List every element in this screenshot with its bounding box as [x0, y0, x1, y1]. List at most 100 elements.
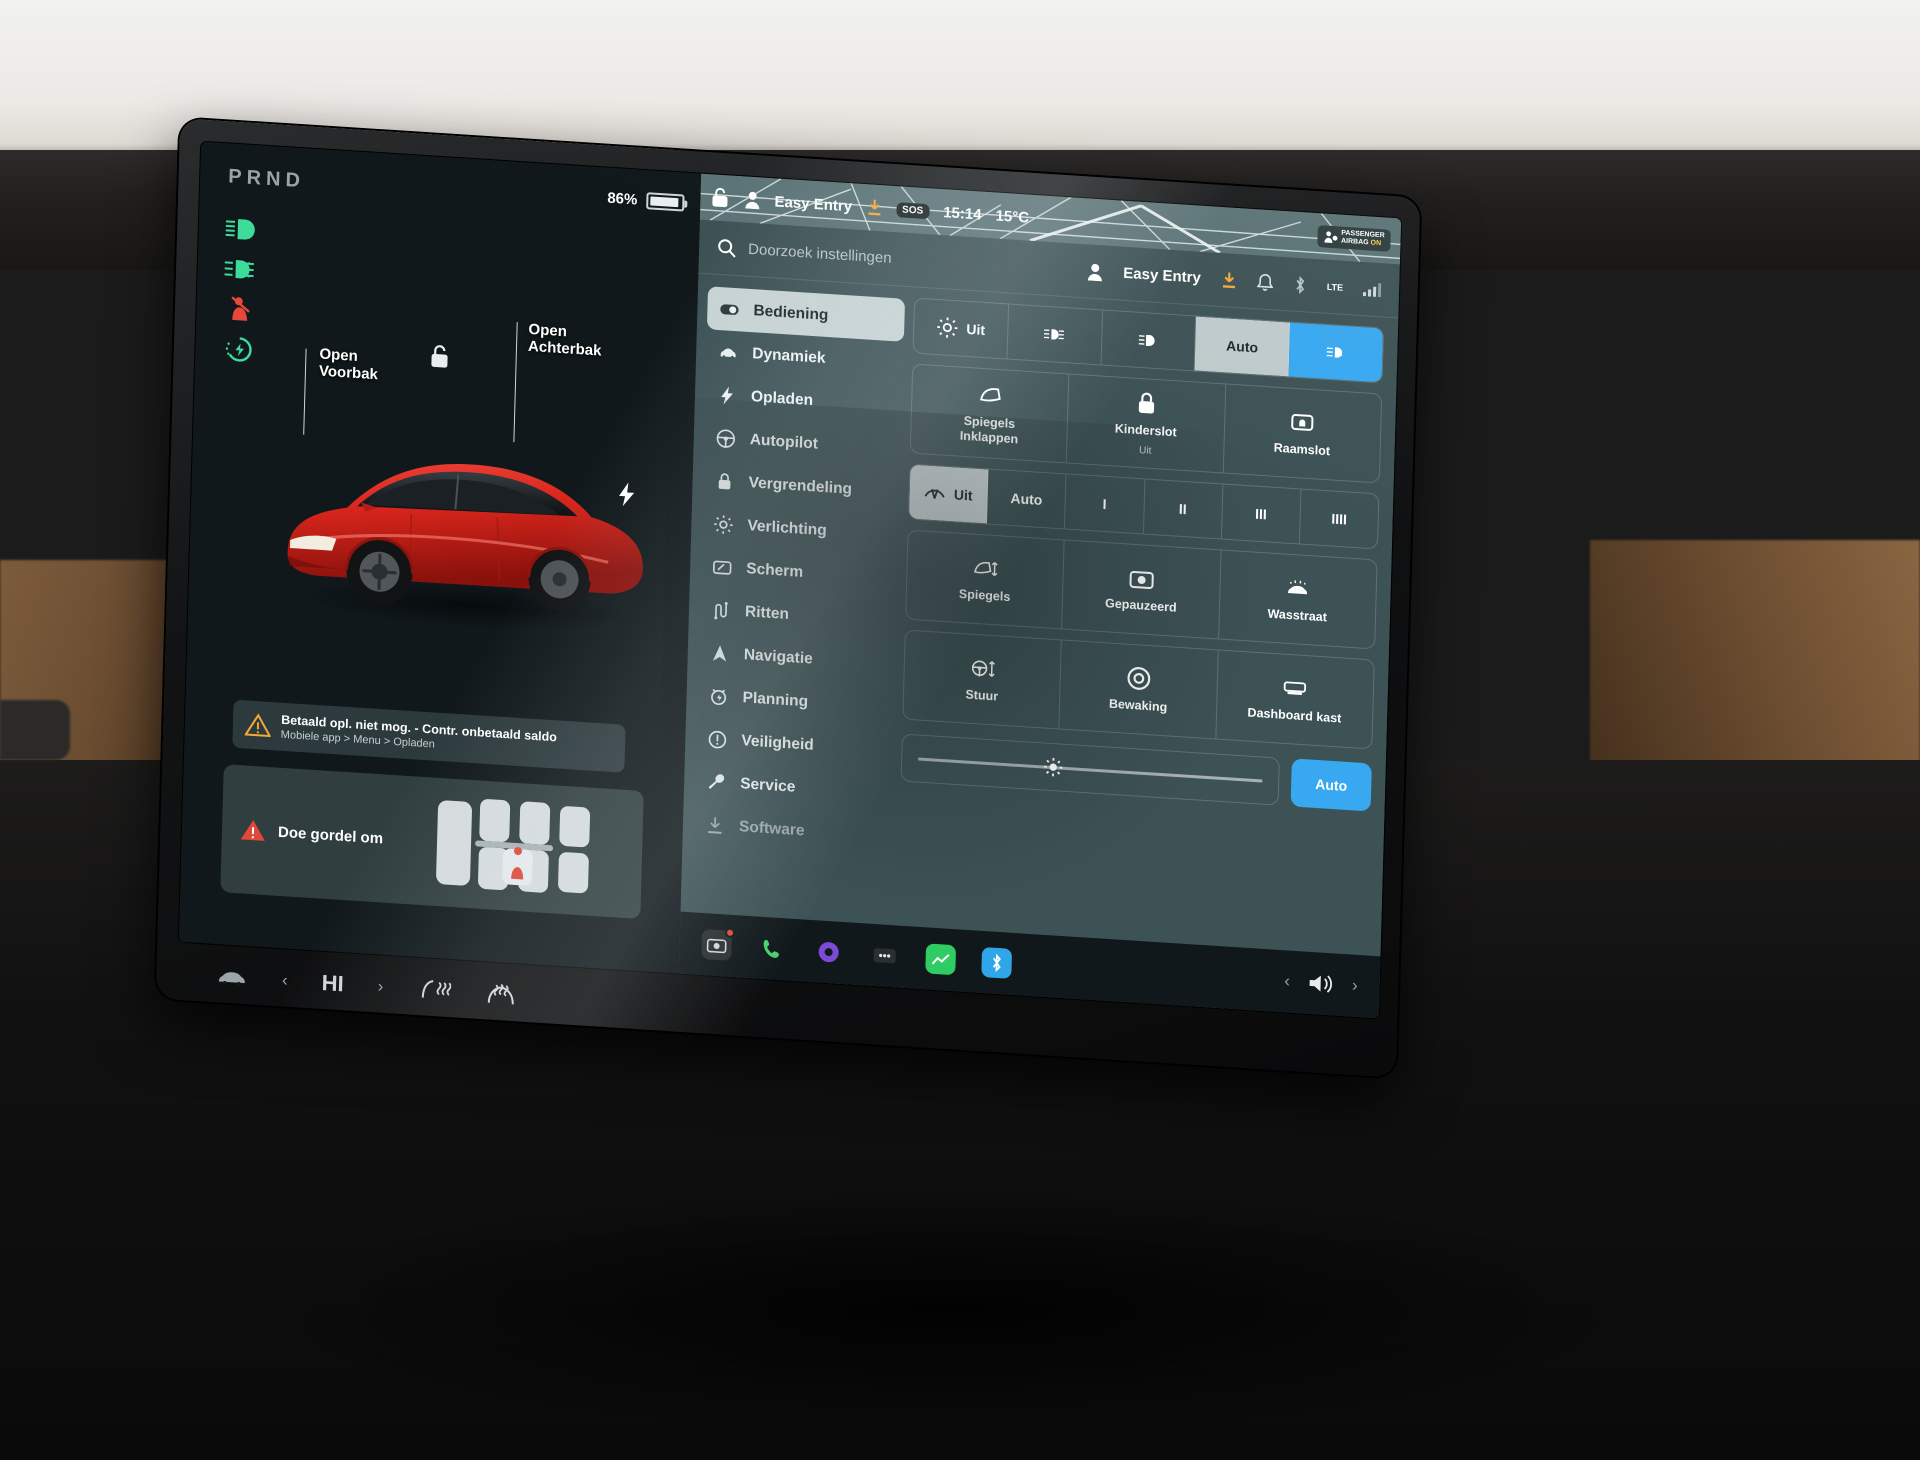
wiper-auto-button[interactable]: Auto: [987, 469, 1067, 528]
sidebar-label-vergrendeling: Vergrendeling: [748, 474, 852, 499]
software-download-icon[interactable]: [866, 198, 883, 217]
seatbelt-warning-icon: [240, 817, 267, 843]
carwash-tile[interactable]: Wasstraat: [1219, 550, 1377, 648]
unlock-icon[interactable]: [428, 343, 451, 370]
wiper-icon: [924, 482, 947, 503]
brightness-slider[interactable]: [901, 733, 1280, 805]
seatbelt-warning-panel[interactable]: Doe gordel om: [220, 764, 644, 919]
sentry-mode-label: Bewaking: [1109, 697, 1168, 716]
glovebox-tile[interactable]: Dashboard kast: [1216, 650, 1374, 748]
sidebar-label-bediening: Bediening: [753, 302, 828, 325]
steering-adjust-label: Stuur: [965, 687, 998, 704]
battery-status[interactable]: 86%: [607, 190, 685, 212]
car-dock-icon[interactable]: [216, 966, 249, 988]
warning-circle-icon: [707, 729, 728, 750]
auto-highbeam-button[interactable]: A: [1289, 323, 1383, 383]
vehicle-tiles-row-2[interactable]: Stuur Bewaking Dashb: [902, 629, 1375, 749]
battery-percent: 86%: [607, 190, 638, 209]
bluetooth-icon[interactable]: [1293, 275, 1308, 294]
volume-next-button[interactable]: ›: [1352, 976, 1358, 996]
charging-warning-banner[interactable]: Betaald opl. niet mog. - Contr. onbetaal…: [232, 700, 625, 773]
svg-text:A: A: [1337, 351, 1342, 358]
settings-menu[interactable]: Bediening Dynamiek Opladen: [681, 274, 909, 925]
window-lock-tile[interactable]: Raamslot: [1223, 384, 1381, 482]
dashcam-label: Gepauzeerd: [1105, 596, 1177, 616]
unlock-status-icon[interactable]: [710, 186, 731, 209]
sentry-mode-tile[interactable]: Bewaking: [1060, 640, 1219, 738]
wiper-speed-4-button[interactable]: IIII: [1300, 490, 1379, 549]
signal-bars-icon: [1363, 282, 1381, 297]
steering-wheel-icon: [716, 428, 737, 449]
glovebox-icon: [1282, 675, 1309, 703]
window-lock-label: Raamslot: [1274, 441, 1331, 460]
seatbelt-warning-text: Doe gordel om: [278, 823, 383, 847]
frunk-label[interactable]: Open Voorbak: [319, 346, 379, 384]
vehicle-image[interactable]: [258, 396, 664, 652]
car-visualization-panel[interactable]: PRND 86%: [179, 142, 701, 974]
route-icon: [711, 600, 732, 621]
fold-mirrors-tile[interactable]: Spiegels Inklappen: [911, 364, 1070, 462]
sun-icon: [713, 514, 734, 535]
sidebar-label-ritten: Ritten: [745, 603, 789, 624]
sos-button[interactable]: SOS: [896, 202, 930, 219]
parking-lights-button[interactable]: [1007, 304, 1102, 364]
bluetooth-app-icon[interactable]: [981, 947, 1012, 979]
volume-prev-button[interactable]: ‹: [1284, 971, 1290, 991]
brightness-auto-button[interactable]: Auto: [1291, 758, 1372, 811]
sun-icon: [936, 316, 959, 339]
brightness-track[interactable]: [918, 757, 1262, 782]
profile-name-search[interactable]: Easy Entry: [1123, 265, 1201, 287]
steering-adjust-tile[interactable]: Stuur: [903, 630, 1062, 728]
media-app-icon[interactable]: [813, 936, 844, 968]
gear-letters: PRND: [228, 165, 305, 192]
wiper-speed-2-button[interactable]: II: [1143, 479, 1223, 538]
wiper-speed-1-button[interactable]: I: [1065, 474, 1145, 533]
alarm-icon: [708, 686, 729, 707]
search-input[interactable]: Doorzoek instellingen: [748, 241, 892, 267]
carwash-label: Wasstraat: [1267, 607, 1327, 626]
driver-temp-up[interactable]: ›: [377, 977, 383, 997]
seat-diagram: [429, 786, 637, 911]
energy-app-icon[interactable]: [925, 943, 956, 975]
download-icon[interactable]: [1221, 270, 1238, 289]
tesla-touchscreen[interactable]: PRND 86%: [179, 142, 1401, 1019]
lights-auto-button[interactable]: Auto: [1195, 316, 1290, 376]
low-beam-icon: [1043, 323, 1066, 346]
dashcam-tile[interactable]: Gepauzeerd: [1062, 540, 1221, 638]
gear-indicator: PRND: [228, 165, 305, 193]
wiper-speed-1-label: I: [1102, 496, 1106, 512]
outside-temperature: 15°C: [995, 207, 1029, 226]
wiper-speed-2-label: II: [1179, 501, 1187, 517]
mirrors-adjust-tile[interactable]: Spiegels: [906, 530, 1065, 628]
mirror-icon: [977, 381, 1004, 409]
air-vent: [0, 700, 70, 760]
controls-area[interactable]: Uit: [891, 287, 1399, 956]
lock-tiles-group[interactable]: Spiegels Inklappen Kinderslot Uit: [910, 363, 1383, 483]
glovebox-label: Dashboard kast: [1247, 705, 1341, 726]
trunk-label[interactable]: Open Achterbak: [528, 321, 602, 360]
headlights-button[interactable]: [1101, 310, 1196, 370]
bell-icon[interactable]: [1257, 273, 1274, 292]
lights-off-button[interactable]: Uit: [914, 298, 1009, 358]
mirror-adjust-icon: [972, 555, 999, 583]
lock-icon: [714, 471, 735, 492]
more-apps-icon[interactable]: [869, 940, 900, 972]
vehicle-tiles-row-1[interactable]: Spiegels Gepauzeerd: [905, 529, 1378, 649]
defrost-front-icon[interactable]: [485, 982, 518, 1008]
driver-temp-down[interactable]: ‹: [282, 970, 288, 990]
phone-app-icon[interactable]: [757, 933, 788, 965]
wiper-speed-3-button[interactable]: III: [1222, 485, 1302, 544]
dashcam-app-icon[interactable]: [701, 929, 732, 961]
settings-panel[interactable]: Easy Entry SOS 15:14 15°C PASSENGER AIRB…: [679, 174, 1401, 1019]
driver-temperature[interactable]: HI: [321, 970, 344, 997]
brightness-row[interactable]: Auto: [901, 733, 1372, 811]
child-lock-tile[interactable]: Kinderslot Uit: [1067, 374, 1226, 472]
defrost-rear-icon[interactable]: [417, 977, 452, 1003]
profile-icon[interactable]: [744, 190, 761, 209]
profile-icon-search[interactable]: [1087, 262, 1104, 281]
child-lock-label: Kinderslot: [1115, 421, 1177, 440]
warning-triangle-icon: [245, 712, 272, 738]
wiper-off-button[interactable]: Uit: [909, 464, 989, 523]
volume-icon[interactable]: [1308, 972, 1335, 996]
profile-name[interactable]: Easy Entry: [774, 193, 852, 215]
